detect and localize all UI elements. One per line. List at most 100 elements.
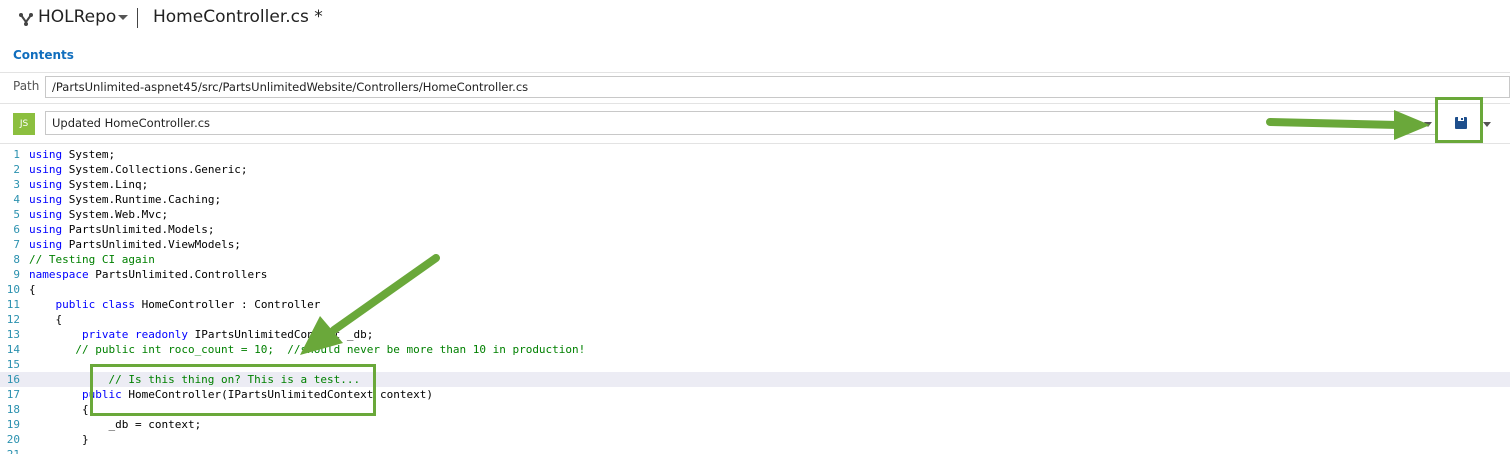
- code-keyword: using: [29, 148, 63, 161]
- line-code: public HomeController(IPartsUnlimitedCon…: [29, 387, 433, 402]
- code-line[interactable]: 4 using System.Runtime.Caching;: [0, 192, 1510, 207]
- save-options-chevron-icon[interactable]: [1483, 122, 1491, 127]
- line-number: 15: [6, 358, 20, 371]
- path-row: Path: [0, 72, 1510, 98]
- contents-title: Contents: [13, 48, 74, 62]
- code-line[interactable]: 10 {: [0, 282, 1510, 297]
- line-code: {: [29, 402, 89, 417]
- line-number: 9: [13, 268, 20, 281]
- line-code: using System.Web.Mvc;: [29, 207, 168, 222]
- commit-message-input[interactable]: [45, 111, 1438, 135]
- code-line[interactable]: 8 // Testing CI again: [0, 252, 1510, 267]
- code-line[interactable]: 9 namespace PartsUnlimited.Controllers: [0, 267, 1510, 282]
- line-code: public class HomeController : Controller: [29, 297, 321, 312]
- code-line[interactable]: 20 }: [0, 432, 1510, 447]
- path-input[interactable]: [45, 76, 1510, 98]
- commit-row: JS: [0, 103, 1510, 141]
- line-code: using System.Linq;: [29, 177, 148, 192]
- code-keyword: using: [29, 223, 63, 236]
- line-number: 7: [13, 238, 20, 251]
- save-button[interactable]: [1448, 110, 1474, 136]
- code-comment: // public int roco_count = 10; //should …: [29, 343, 586, 356]
- code-keyword: using: [29, 208, 63, 221]
- code-line[interactable]: 11 public class HomeController : Control…: [0, 297, 1510, 312]
- line-number: 5: [13, 208, 20, 221]
- line-code: namespace PartsUnlimited.Controllers: [29, 267, 267, 282]
- commit-dropdown-chevron-icon[interactable]: [1424, 122, 1432, 127]
- code-text: System.Web.Mvc;: [62, 208, 169, 221]
- line-number: 2: [13, 163, 20, 176]
- code-line[interactable]: 17 public HomeController(IPartsUnlimited…: [0, 387, 1510, 402]
- code-text: HomeController : Controller: [134, 298, 321, 311]
- line-number: 17: [6, 388, 20, 401]
- divider: [0, 143, 1510, 144]
- line-number: 12: [6, 313, 20, 326]
- code-text: {: [29, 403, 89, 416]
- code-keyword: public class: [55, 298, 135, 311]
- page-header: HOLRepo HomeController.cs *: [0, 0, 1510, 38]
- line-code: using PartsUnlimited.ViewModels;: [29, 237, 241, 252]
- line-code: {: [29, 312, 62, 327]
- code-line[interactable]: 18 {: [0, 402, 1510, 417]
- code-line[interactable]: 5 using System.Web.Mvc;: [0, 207, 1510, 222]
- code-text: System.Linq;: [62, 178, 149, 191]
- avatar: JS: [13, 113, 35, 135]
- code-text: PartsUnlimited.ViewModels;: [62, 238, 241, 251]
- repo-selector[interactable]: HOLRepo: [38, 7, 116, 27]
- code-keyword: using: [29, 193, 63, 206]
- code-text: HomeController(IPartsUnlimitedContext co…: [121, 388, 433, 401]
- code-text: IPartsUnlimitedContext _db;: [187, 328, 374, 341]
- line-number: 6: [13, 223, 20, 236]
- code-line[interactable]: 1 using System;: [0, 147, 1510, 162]
- code-editor[interactable]: 1 using System; 2 using System.Collections.…: [0, 147, 1510, 454]
- code-text: }: [29, 433, 89, 446]
- code-text: System.Collections.Generic;: [62, 163, 248, 176]
- code-line[interactable]: 15: [0, 357, 1510, 372]
- code-line[interactable]: 6 using PartsUnlimited.Models;: [0, 222, 1510, 237]
- chevron-down-icon[interactable]: [118, 15, 128, 20]
- code-text: PartsUnlimited.Controllers: [88, 268, 268, 281]
- code-keyword: public: [81, 388, 122, 401]
- code-line[interactable]: 12 {: [0, 312, 1510, 327]
- code-line[interactable]: 19 _db = context;: [0, 417, 1510, 432]
- git-branch-icon: [18, 11, 34, 26]
- code-text: {: [29, 283, 36, 296]
- code-text: System.Runtime.Caching;: [62, 193, 222, 206]
- line-code: using System;: [29, 147, 115, 162]
- line-number: 19: [6, 418, 20, 431]
- line-number: 14: [6, 343, 20, 356]
- line-number: 11: [6, 298, 20, 311]
- code-line[interactable]: 16 // Is this thing on? This is a test..…: [0, 372, 1510, 387]
- code-text: _db = context;: [29, 418, 202, 431]
- line-code: {: [29, 282, 36, 297]
- code-keyword: using: [29, 178, 63, 191]
- line-code: // public int roco_count = 10; //should …: [29, 342, 585, 357]
- line-code: // Is this thing on? This is a test...: [29, 372, 360, 387]
- code-text: PartsUnlimited.Models;: [62, 223, 215, 236]
- code-line[interactable]: 7 using PartsUnlimited.ViewModels;: [0, 237, 1510, 252]
- code-line[interactable]: 14 // public int roco_count = 10; //shou…: [0, 342, 1510, 357]
- line-code: private readonly IPartsUnlimitedContext …: [29, 327, 373, 342]
- code-line[interactable]: 21: [0, 447, 1510, 454]
- code-keyword: namespace: [29, 268, 89, 281]
- code-keyword: using: [29, 163, 63, 176]
- line-number: 21: [0, 447, 20, 454]
- line-number: 16: [6, 373, 20, 386]
- code-comment: // Is this thing on? This is a test...: [29, 373, 361, 386]
- line-code: using PartsUnlimited.Models;: [29, 222, 214, 237]
- path-label: Path: [13, 79, 40, 93]
- code-comment: // Testing CI again: [29, 253, 155, 266]
- code-text: System;: [62, 148, 116, 161]
- file-title: HomeController.cs *: [153, 7, 323, 27]
- line-number: 20: [6, 433, 20, 446]
- line-number: 10: [6, 283, 20, 296]
- line-number: 1: [13, 148, 20, 161]
- code-keyword: private readonly: [81, 328, 188, 341]
- code-text: {: [29, 313, 63, 326]
- code-line[interactable]: 2 using System.Collections.Generic;: [0, 162, 1510, 177]
- line-number: 13: [6, 328, 20, 341]
- code-line[interactable]: 3 using System.Linq;: [0, 177, 1510, 192]
- code-line[interactable]: 13 private readonly IPartsUnlimitedConte…: [0, 327, 1510, 342]
